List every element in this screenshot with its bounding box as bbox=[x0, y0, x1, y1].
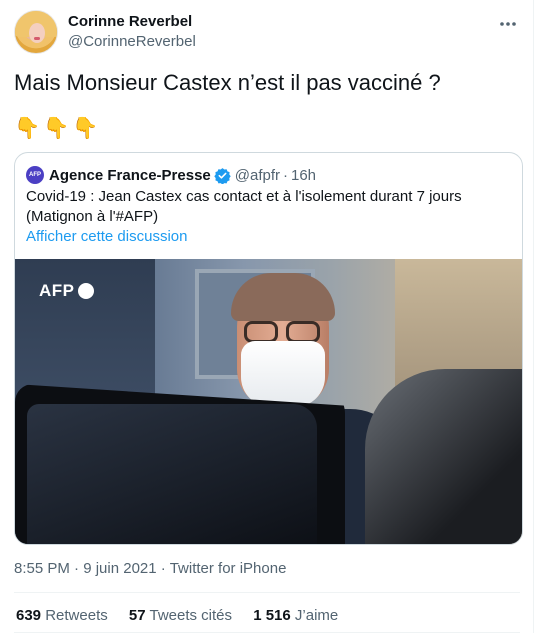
tweet-header: Corinne Reverbel @CorinneReverbel bbox=[14, 8, 520, 56]
photo-glasses-right bbox=[286, 321, 320, 343]
show-thread-link[interactable]: Afficher cette discussion bbox=[26, 227, 187, 247]
author-names: Corinne Reverbel @CorinneReverbel bbox=[68, 12, 196, 52]
photo-hair bbox=[231, 273, 335, 321]
photo-glasses-left bbox=[244, 321, 278, 343]
avatar-lips bbox=[34, 37, 40, 40]
quoted-author-handle: @afpfr bbox=[234, 166, 280, 184]
pointing-down-emoji-row: 👇👇👇 bbox=[14, 117, 102, 140]
more-horizontal-icon[interactable] bbox=[496, 14, 520, 34]
quoted-tweet-photo[interactable]: AFP bbox=[15, 259, 522, 544]
author-handle[interactable]: @CorinneReverbel bbox=[68, 32, 196, 52]
quoted-timestamp: 16h bbox=[291, 166, 317, 184]
quoted-separator: · bbox=[283, 166, 288, 184]
quote-tweets-count: 57 bbox=[128, 607, 146, 624]
quoted-tweet[interactable]: AFP Agence France-Presse @afpfr · 16h Co… bbox=[14, 152, 523, 545]
likes-label: J’aime bbox=[294, 607, 339, 624]
tweet-meta: 8:55 PM · 9 juin 2021 · Twitter for iPho… bbox=[14, 559, 286, 579]
likes-stat[interactable]: 1 516 J’aime bbox=[253, 607, 338, 624]
quoted-author-name: Agence France-Presse bbox=[49, 166, 211, 184]
verified-badge-svg bbox=[214, 167, 231, 184]
tweet-source: Twitter for iPhone bbox=[169, 560, 287, 577]
photo-car-roof bbox=[365, 369, 522, 544]
author-avatar[interactable] bbox=[14, 10, 58, 54]
meta-separator-2: · bbox=[160, 560, 166, 577]
meta-separator-1: · bbox=[74, 560, 80, 577]
divider-top bbox=[14, 592, 520, 593]
avatar-face bbox=[29, 23, 45, 43]
photo-face-mask bbox=[241, 341, 325, 407]
quote-tweets-stat[interactable]: 57 Tweets cités bbox=[129, 607, 236, 624]
afp-avatar: AFP bbox=[26, 166, 44, 184]
quoted-tweet-text: Covid-19 : Jean Castex cas contact et à … bbox=[26, 188, 462, 225]
retweets-stat[interactable]: 639 Retweets bbox=[16, 607, 112, 624]
tweet-card: Corinne Reverbel @CorinneReverbel Mais M… bbox=[0, 0, 534, 633]
photo-car-door-glass bbox=[27, 404, 317, 544]
likes-count: 1 516 bbox=[253, 607, 291, 624]
afp-watermark-dot bbox=[77, 283, 94, 299]
afp-watermark-text: AFP bbox=[39, 281, 75, 300]
quote-tweets-label: Tweets cités bbox=[149, 607, 233, 624]
afp-watermark-logo: AFP bbox=[39, 281, 94, 301]
retweets-label: Retweets bbox=[45, 607, 108, 624]
retweets-count: 639 bbox=[16, 607, 42, 624]
quoted-tweet-header: AFP Agence France-Presse @afpfr · 16h bbox=[26, 165, 316, 185]
author-display-name[interactable]: Corinne Reverbel bbox=[68, 12, 196, 32]
tweet-date[interactable]: 9 juin 2021 bbox=[83, 560, 156, 577]
tweet-text: Mais Monsieur Castex n’est il pas vaccin… bbox=[14, 70, 441, 95]
verified-badge-icon bbox=[214, 167, 231, 184]
tweet-time[interactable]: 8:55 PM bbox=[14, 560, 70, 577]
more-dots-svg bbox=[500, 22, 516, 26]
tweet-stats: 639 Retweets 57 Tweets cités 1 516 J’aim… bbox=[16, 606, 355, 626]
